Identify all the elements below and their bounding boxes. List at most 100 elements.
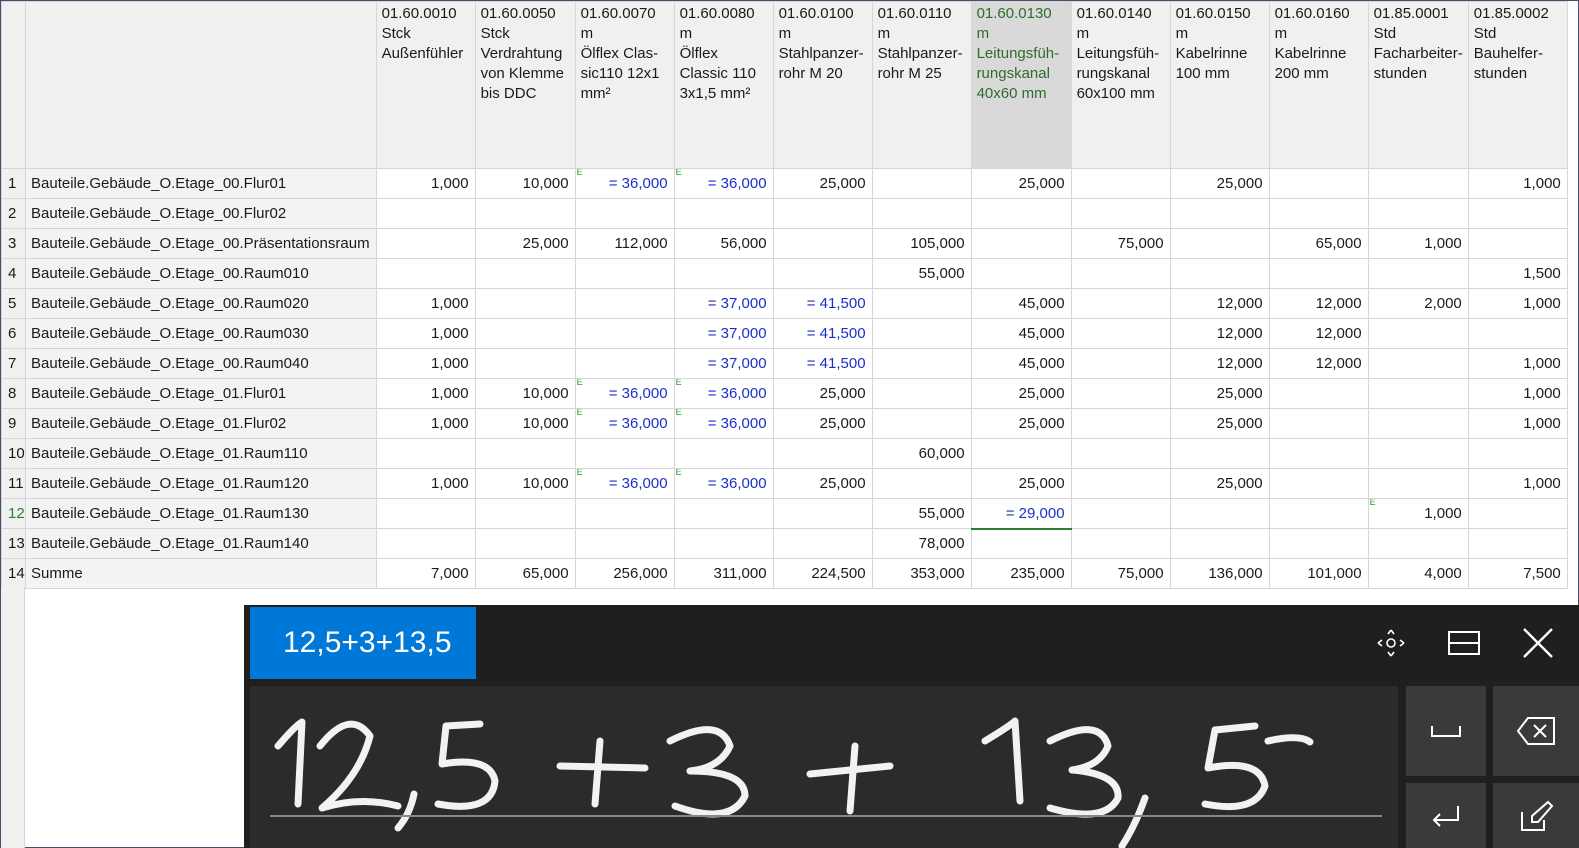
grid-cell[interactable]: 1,000 xyxy=(375,168,476,199)
row-number[interactable]: 6 xyxy=(1,318,26,349)
grid-cell[interactable] xyxy=(1169,258,1270,289)
row-label[interactable]: Bauteile.Gebäude_O.Etage_01.Raum140 xyxy=(25,528,377,559)
grid-cell[interactable] xyxy=(772,258,873,289)
grid-cell[interactable]: 1,000 xyxy=(375,378,476,409)
grid-cell[interactable] xyxy=(474,438,576,469)
space-icon[interactable] xyxy=(1406,686,1486,776)
grid-cell[interactable] xyxy=(970,528,1072,559)
grid-cell[interactable] xyxy=(871,378,972,409)
grid-cell[interactable] xyxy=(1467,498,1568,529)
grid-cell[interactable] xyxy=(1268,408,1369,439)
row-label[interactable]: Bauteile.Gebäude_O.Etage_00.Raum020 xyxy=(25,288,377,319)
grid-cell[interactable]: 10,000 xyxy=(474,468,576,499)
grid-cell[interactable] xyxy=(1367,318,1469,349)
grid-cell[interactable] xyxy=(1367,438,1469,469)
grid-cell[interactable]: 25,000 xyxy=(772,408,873,439)
grid-cell[interactable]: 101,000 xyxy=(1268,558,1369,589)
grid-cell[interactable]: 1,000 xyxy=(1467,468,1568,499)
grid-cell[interactable] xyxy=(1070,288,1171,319)
grid-cell[interactable]: 55,000 xyxy=(871,498,972,529)
grid-cell[interactable] xyxy=(1070,258,1171,289)
grid-cell[interactable]: 12,000 xyxy=(1169,288,1270,319)
grid-cell[interactable]: 25,000 xyxy=(474,228,576,259)
grid-cell[interactable]: 2,000 xyxy=(1367,288,1469,319)
column-header-1[interactable]: 01.60.0010 Stck Außenfühler xyxy=(375,1,476,169)
grid-cell[interactable] xyxy=(574,318,675,349)
grid-cell[interactable]: 12,000 xyxy=(1169,318,1270,349)
row-label[interactable]: Bauteile.Gebäude_O.Etage_00.Raum030 xyxy=(25,318,377,349)
grid-cell[interactable] xyxy=(474,498,576,529)
grid-cell[interactable] xyxy=(1367,168,1469,199)
grid-cell[interactable]: 75,000 xyxy=(1070,228,1171,259)
grid-cell[interactable] xyxy=(1268,498,1369,529)
grid-cell[interactable]: 1,000 xyxy=(1467,408,1568,439)
grid-cell[interactable] xyxy=(673,498,774,529)
grid-cell[interactable] xyxy=(375,258,476,289)
grid-cell[interactable]: 235,000 xyxy=(970,558,1072,589)
grid-cell[interactable] xyxy=(375,198,476,229)
name-column-header[interactable] xyxy=(25,1,377,169)
row-number[interactable]: 8 xyxy=(1,378,26,409)
grid-cell[interactable] xyxy=(1070,498,1171,529)
row-number[interactable]: 5 xyxy=(1,288,26,319)
grid-cell[interactable] xyxy=(1367,258,1469,289)
grid-cell[interactable]: 1,000 xyxy=(375,318,476,349)
grid-cell[interactable] xyxy=(673,438,774,469)
grid-cell[interactable]: 25,000 xyxy=(970,378,1072,409)
grid-cell[interactable] xyxy=(574,438,675,469)
grid-cell[interactable] xyxy=(1467,228,1568,259)
candidate-button[interactable]: 12,5+3+13,5 xyxy=(250,607,476,679)
grid-cell[interactable] xyxy=(1467,528,1568,559)
grid-cell[interactable]: = 41,500 xyxy=(772,318,873,349)
grid-cell[interactable]: 10,000 xyxy=(474,408,576,439)
row-label[interactable]: Bauteile.Gebäude_O.Etage_00.Präsentation… xyxy=(25,228,377,259)
grid-cell[interactable]: 12,000 xyxy=(1268,348,1369,379)
grid-cell[interactable] xyxy=(574,528,675,559)
row-number[interactable]: 1 xyxy=(1,168,26,199)
grid-cell[interactable] xyxy=(574,198,675,229)
row-label[interactable]: Summe xyxy=(25,558,377,589)
grid-cell[interactable]: 45,000 xyxy=(970,288,1072,319)
row-label[interactable]: Bauteile.Gebäude_O.Etage_00.Flur01 xyxy=(25,168,377,199)
row-number[interactable]: 4 xyxy=(1,258,26,289)
grid-cell[interactable] xyxy=(1070,198,1171,229)
handwriting-panel[interactable]: 12,5+3+13,5 xyxy=(244,605,1579,848)
grid-cell[interactable] xyxy=(1268,528,1369,559)
grid-cell[interactable] xyxy=(1070,168,1171,199)
grid-cell[interactable] xyxy=(1367,408,1469,439)
grid-cell[interactable] xyxy=(673,258,774,289)
grid-cell[interactable]: = 41,500 xyxy=(772,288,873,319)
grid-cell[interactable]: = 41,500 xyxy=(772,348,873,379)
grid-cell[interactable] xyxy=(1268,468,1369,499)
grid-cell[interactable]: = 37,000 xyxy=(673,348,774,379)
grid-cell[interactable]: 1,000 xyxy=(375,288,476,319)
grid-cell[interactable]: 1,000 xyxy=(1467,378,1568,409)
grid-cell[interactable] xyxy=(1070,408,1171,439)
grid-cell[interactable]: 55,000 xyxy=(871,258,972,289)
grid-cell[interactable]: 1,000 xyxy=(1467,288,1568,319)
grid-cell[interactable]: 25,000 xyxy=(1169,408,1270,439)
row-label[interactable]: Bauteile.Gebäude_O.Etage_01.Raum110 xyxy=(25,438,377,469)
grid-cell[interactable] xyxy=(474,348,576,379)
grid-cell[interactable]: 78,000 xyxy=(871,528,972,559)
row-label[interactable]: Bauteile.Gebäude_O.Etage_00.Raum010 xyxy=(25,258,377,289)
grid-cell[interactable] xyxy=(1367,378,1469,409)
column-header-10[interactable]: 01.60.0160 m Kabelrinne 200 mm xyxy=(1268,1,1369,169)
grid-cell[interactable]: 1,000 xyxy=(1367,228,1469,259)
grid-cell[interactable]: 7,500 xyxy=(1467,558,1568,589)
grid-cell[interactable] xyxy=(1169,498,1270,529)
row-number[interactable]: 14 xyxy=(1,558,26,589)
grid-cell[interactable]: 45,000 xyxy=(970,318,1072,349)
grid-cell[interactable]: 105,000 xyxy=(871,228,972,259)
grid-cell[interactable] xyxy=(1367,348,1469,379)
move-icon[interactable] xyxy=(1371,623,1411,663)
grid-cell[interactable]: = 36,000 E xyxy=(574,468,675,499)
grid-cell[interactable] xyxy=(375,498,476,529)
row-number[interactable]: 9 xyxy=(1,408,26,439)
grid-cell[interactable]: 25,000 xyxy=(970,468,1072,499)
row-number[interactable]: 13 xyxy=(1,528,26,559)
grid-cell[interactable]: 25,000 xyxy=(1169,168,1270,199)
edit-icon[interactable] xyxy=(1493,783,1579,848)
grid-cell[interactable] xyxy=(871,468,972,499)
grid-cell[interactable] xyxy=(375,438,476,469)
